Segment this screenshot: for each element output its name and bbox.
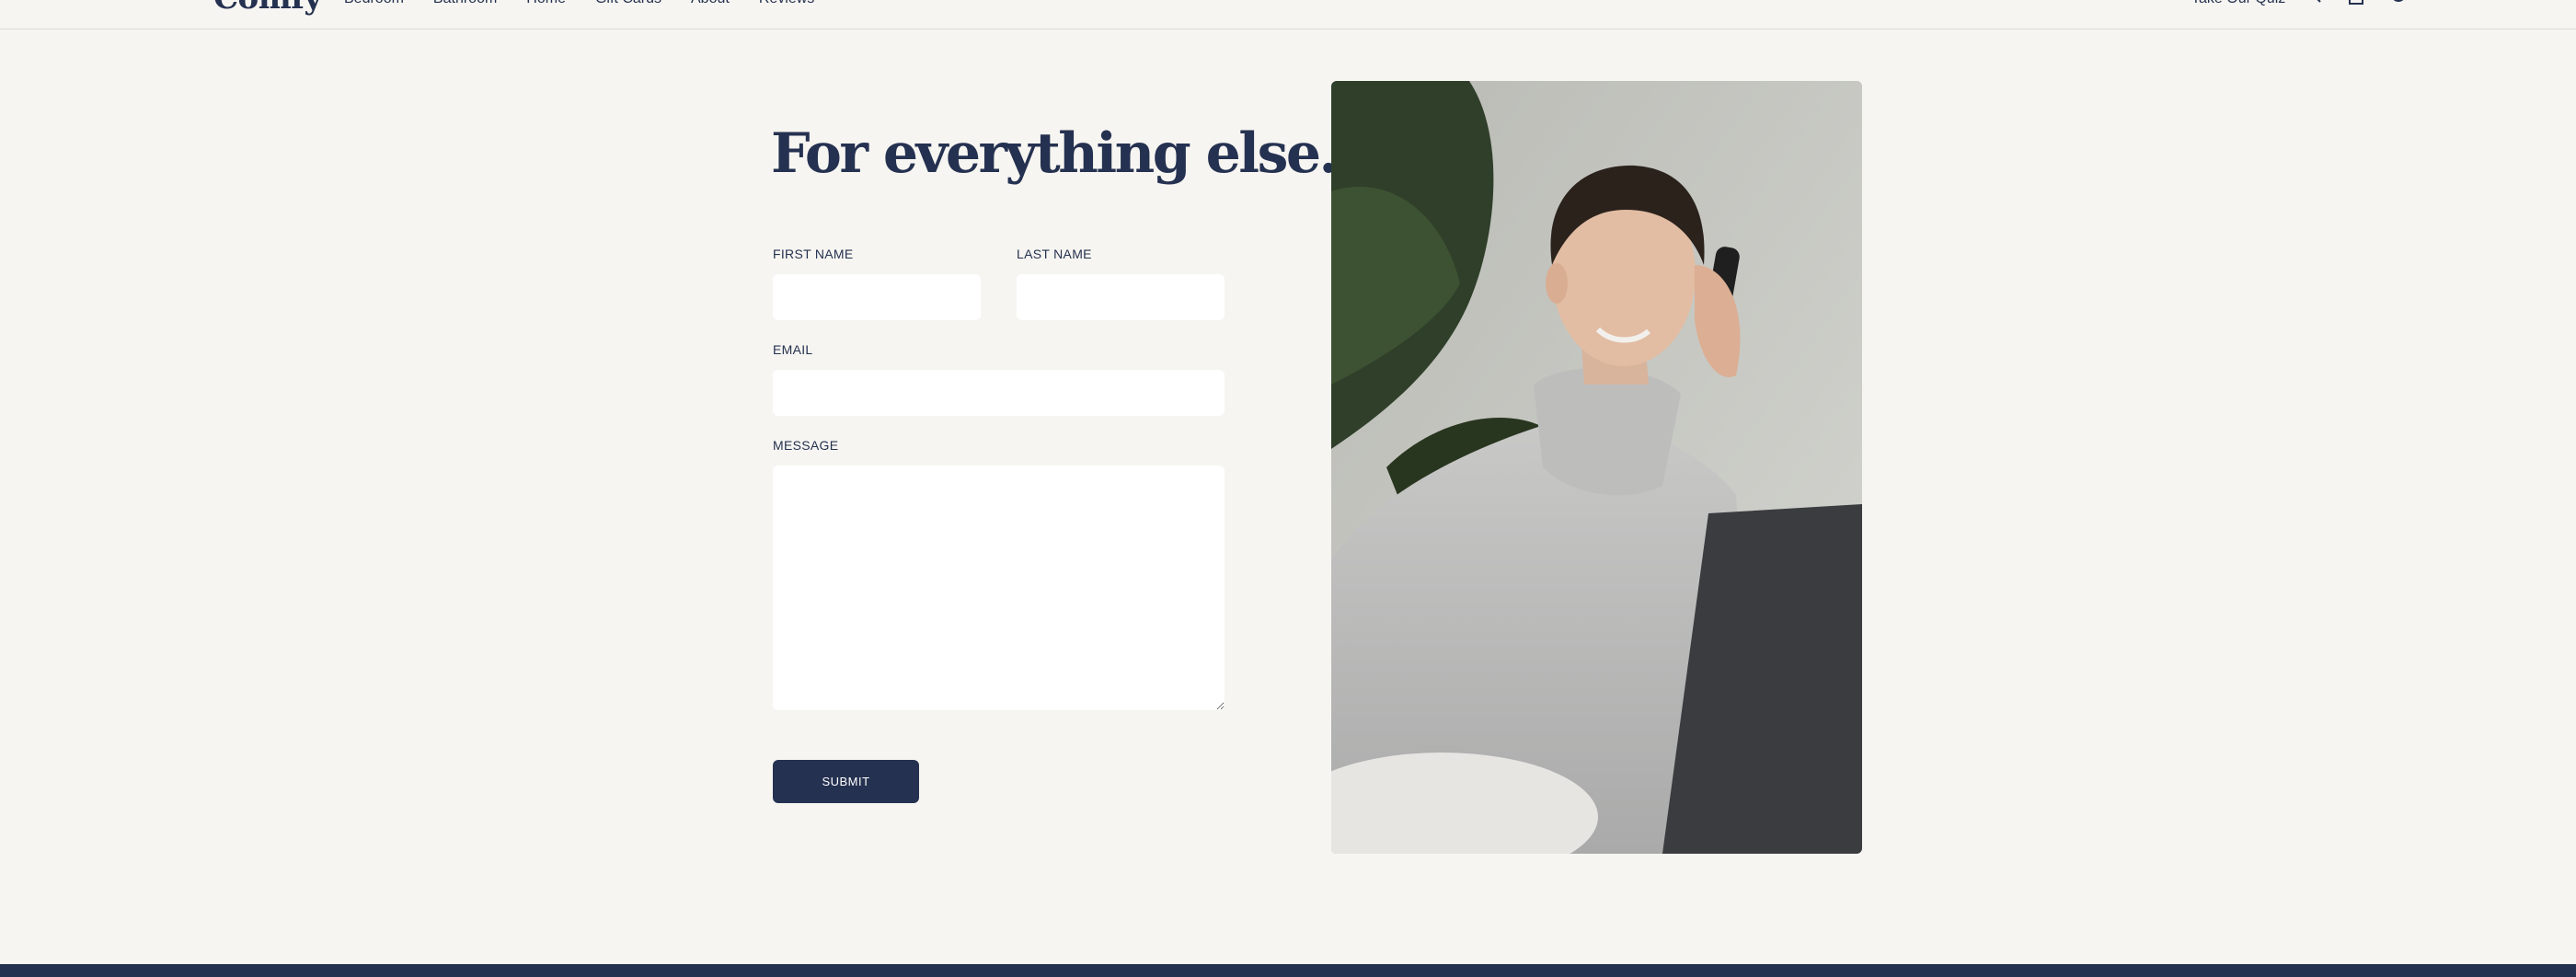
- email-label: EMAIL: [773, 342, 813, 357]
- footer-band: [0, 964, 2576, 977]
- last-name-label: LAST NAME: [1017, 247, 1092, 261]
- nav-link-bedroom[interactable]: Bedroom: [344, 0, 404, 7]
- page-title: For everything else...: [771, 121, 1372, 186]
- logo[interactable]: Comfy: [213, 0, 322, 17]
- email-field[interactable]: [773, 370, 1225, 416]
- message-field[interactable]: [773, 466, 1225, 710]
- last-name-field[interactable]: [1017, 274, 1225, 320]
- account-icon[interactable]: [2388, 0, 2409, 6]
- bag-icon[interactable]: [2346, 0, 2366, 6]
- main-nav: Bedroom Bathroom Home Gift Cards About R…: [344, 0, 844, 7]
- nav-link-gift-cards[interactable]: Gift Cards: [595, 0, 661, 7]
- first-name-field[interactable]: [773, 274, 981, 320]
- nav-link-bathroom[interactable]: Bathroom: [433, 0, 497, 7]
- search-icon[interactable]: [2302, 0, 2322, 6]
- nav-link-reviews[interactable]: Reviews: [759, 0, 814, 7]
- quiz-link[interactable]: Take Our Quiz: [2191, 0, 2285, 7]
- contact-page: Comfy Bedroom Bathroom Home Gift Cards A…: [0, 0, 2576, 977]
- first-name-label: FIRST NAME: [773, 247, 854, 261]
- woman-on-phone-photo: [1331, 81, 1862, 854]
- submit-button[interactable]: SUBMIT: [773, 760, 919, 803]
- nav-link-home[interactable]: Home: [526, 0, 566, 7]
- message-label: MESSAGE: [773, 438, 839, 453]
- site-header: Comfy Bedroom Bathroom Home Gift Cards A…: [0, 0, 2576, 29]
- nav-link-about[interactable]: About: [691, 0, 730, 7]
